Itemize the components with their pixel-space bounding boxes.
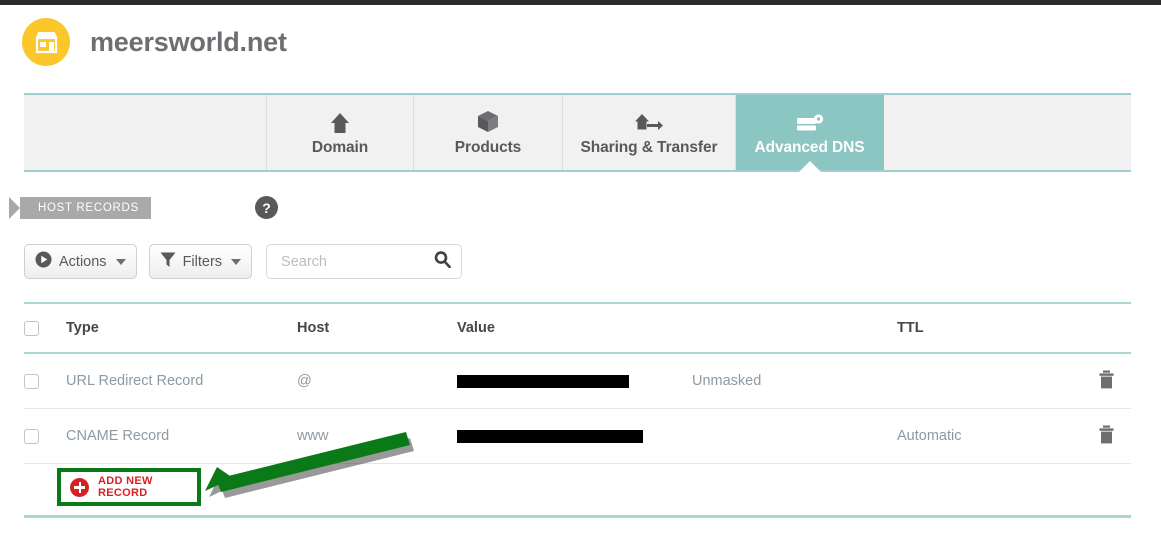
storefront-icon — [22, 18, 70, 66]
tab-blank-left — [24, 95, 267, 170]
select-all-cell[interactable] — [24, 320, 66, 336]
row-select-cell[interactable] — [24, 428, 66, 444]
add-new-record-button[interactable]: ADD NEW RECORD — [57, 468, 201, 506]
chevron-down-icon — [115, 258, 126, 265]
active-tab-pointer — [798, 161, 821, 172]
question-mark-icon[interactable]: ? — [255, 196, 278, 219]
row-select-cell[interactable] — [24, 373, 66, 389]
redaction-bar — [457, 374, 629, 388]
row-delete-cell[interactable] — [1067, 425, 1131, 448]
row-masking-mode: Unmasked — [692, 373, 762, 389]
chevron-down-icon — [231, 258, 242, 265]
house-icon — [330, 108, 350, 134]
records-toolbar: Actions Filters — [24, 244, 463, 279]
search-box[interactable] — [266, 244, 463, 279]
tab-sharing-transfer-label: Sharing & Transfer — [580, 139, 718, 156]
row-host: www — [297, 428, 329, 444]
row-type: URL Redirect Record — [66, 373, 204, 389]
table-row[interactable]: CNAME Record www Automatic — [24, 409, 1131, 464]
filters-button-label: Filters — [182, 253, 223, 270]
table-row[interactable]: URL Redirect Record @ Unmasked — [24, 354, 1131, 409]
actions-button-label: Actions — [59, 253, 107, 270]
actions-button[interactable]: Actions — [24, 244, 137, 279]
magnifier-icon[interactable] — [434, 250, 451, 273]
redaction-bar — [457, 429, 643, 443]
row-checkbox[interactable] — [24, 373, 39, 389]
funnel-icon — [160, 251, 176, 272]
row-delete-cell[interactable] — [1067, 370, 1131, 393]
select-all-checkbox[interactable] — [24, 320, 39, 336]
column-header-host[interactable]: Host — [297, 320, 457, 336]
host-records-label: HOST RECORDS — [38, 202, 139, 214]
row-host: @ — [297, 373, 312, 389]
column-header-ttl[interactable]: TTL — [897, 320, 1067, 336]
row-checkbox[interactable] — [24, 428, 39, 444]
domain-title: meersworld.net — [90, 26, 287, 57]
filters-button[interactable]: Filters — [148, 244, 253, 279]
tab-advanced-dns[interactable]: Advanced DNS — [736, 95, 884, 172]
search-input[interactable] — [279, 252, 430, 271]
tab-products-label: Products — [454, 139, 522, 156]
tab-sharing-transfer[interactable]: Sharing & Transfer — [563, 95, 736, 170]
column-header-value[interactable]: Value — [457, 320, 692, 336]
tab-blank-right — [884, 95, 1131, 170]
help-label: ? — [262, 199, 271, 216]
primary-tab-bar: Domain Products Sharing & Transfer Advan… — [24, 93, 1131, 172]
play-circle-icon — [35, 251, 52, 272]
brand-header: meersworld.net — [22, 18, 287, 66]
tab-domain-label: Domain — [311, 139, 369, 156]
plus-circle-icon — [70, 477, 89, 497]
column-header-type[interactable]: Type — [66, 320, 297, 336]
trash-icon[interactable] — [1098, 370, 1115, 393]
tab-products[interactable]: Products — [414, 95, 563, 170]
box-icon — [477, 108, 499, 134]
server-gear-icon — [795, 108, 825, 134]
row-value — [457, 428, 692, 444]
host-records-ribbon: HOST RECORDS — [9, 197, 151, 219]
row-type: CNAME Record — [66, 428, 170, 444]
add-new-record-label: ADD NEW RECORD — [98, 475, 153, 499]
add-record-row: ADD NEW RECORD — [24, 464, 1131, 518]
table-header-row: Type Host Value TTL — [24, 302, 1131, 354]
browser-top-strip — [0, 0, 1161, 5]
trash-icon[interactable] — [1098, 425, 1115, 448]
tab-domain[interactable]: Domain — [267, 95, 414, 170]
page-root: meersworld.net Domain Products Sharing &… — [0, 0, 1161, 533]
section-ribbon-wrap: HOST RECORDS — [9, 197, 151, 219]
house-arrow-icon — [634, 108, 664, 134]
row-value — [457, 373, 692, 389]
host-records-table: Type Host Value TTL URL Redirect Record … — [24, 302, 1131, 518]
row-ttl: Automatic — [897, 428, 962, 444]
tab-advanced-dns-label: Advanced DNS — [754, 139, 865, 156]
